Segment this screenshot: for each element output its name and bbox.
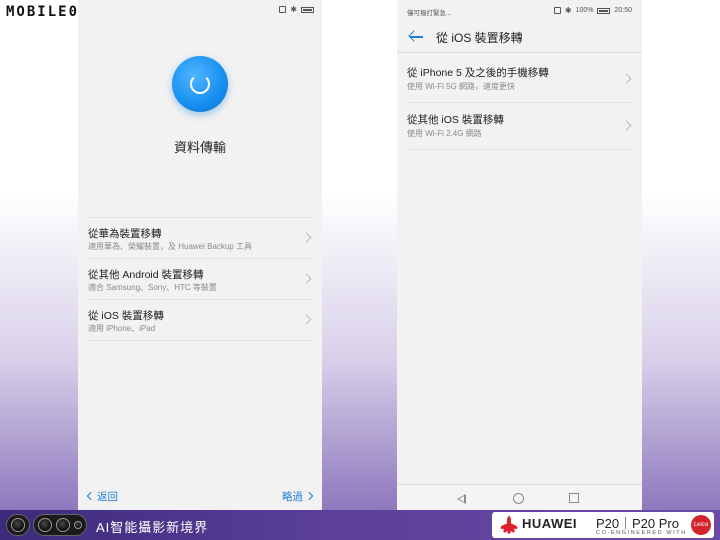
chevron-right-icon bbox=[621, 120, 632, 131]
option-subtitle: 適用華為、榮耀裝置，及 Huawei Backup 工具 bbox=[88, 242, 253, 251]
option-subtitle: 適合 Samsung、Sony、HTC 等裝置 bbox=[88, 283, 217, 292]
battery-percent: 100% bbox=[575, 7, 594, 14]
nav-back-icon[interactable] bbox=[457, 494, 466, 504]
option-subtitle: 使用 Wi-Fi 5G 網路，速度更快 bbox=[407, 82, 515, 91]
ad-banner: AI智能攝影新境界 HUAWEI P20 P20 Pro CO-ENGINEER… bbox=[0, 510, 720, 540]
divider bbox=[625, 517, 626, 529]
phone-clone-icon bbox=[172, 56, 228, 112]
chevron-left-icon bbox=[86, 491, 96, 501]
system-nav-bar bbox=[397, 484, 642, 510]
huawei-logo-icon bbox=[498, 516, 519, 534]
right-status-bar: 僅可撥打緊急... ✱ 100% 20:50 bbox=[397, 0, 642, 20]
camera-lenses-graphic bbox=[6, 514, 87, 536]
model-p20-pro: P20 Pro bbox=[632, 516, 679, 531]
battery-icon bbox=[597, 7, 611, 14]
page-title: 資料傳輸 bbox=[173, 140, 226, 155]
right-phone-screen: 僅可撥打緊急... ✱ 100% 20:50 從 iOS 裝置移轉 從 iPho… bbox=[397, 0, 642, 510]
option-title: 從 iOS 裝置移轉 bbox=[88, 310, 164, 322]
nfc-icon bbox=[279, 6, 287, 13]
model-p20: P20 bbox=[596, 516, 620, 531]
status-time: 20:50 bbox=[614, 7, 632, 14]
option-title: 從 iPhone 5 及之後的手機移轉 bbox=[407, 67, 549, 79]
option-subtitle: 適用 iPhone、iPad bbox=[88, 324, 156, 333]
mobile01-logo: MOBILE01 bbox=[6, 4, 90, 20]
chevron-right-icon bbox=[301, 314, 312, 325]
chevron-right-icon bbox=[301, 232, 312, 243]
option-subtitle: 使用 Wi-Fi 2.4G 網路 bbox=[407, 129, 482, 138]
leica-logo: Leica bbox=[691, 515, 711, 535]
back-arrow-icon[interactable] bbox=[408, 30, 423, 44]
nav-home-icon[interactable] bbox=[513, 493, 524, 504]
camera-icon bbox=[6, 514, 30, 536]
left-phone-screen: ✱ 資料傳輸 從華為裝置移轉 適用華為、榮耀裝置，及 Huawei Backup… bbox=[78, 0, 322, 510]
nfc-icon bbox=[553, 7, 561, 14]
huawei-brand-box: HUAWEI P20 P20 Pro CO-ENGINEERED WITH Le… bbox=[492, 512, 714, 538]
carrier-status: 僅可撥打緊急... bbox=[407, 10, 452, 17]
option-ios-device[interactable]: 從 iOS 裝置移轉 適用 iPhone、iPad bbox=[88, 300, 312, 341]
option-title: 從其他 Android 裝置移轉 bbox=[88, 269, 204, 281]
page-title: 從 iOS 裝置移轉 bbox=[436, 31, 523, 45]
ios-options-list: 從 iPhone 5 及之後的手機移轉 使用 Wi-Fi 5G 網路，速度更快 … bbox=[407, 56, 632, 150]
back-button[interactable]: 返回 bbox=[86, 489, 118, 504]
option-other-ios[interactable]: 從其他 iOS 裝置移轉 使用 Wi-Fi 2.4G 網路 bbox=[407, 103, 632, 150]
chevron-right-icon bbox=[304, 491, 314, 501]
option-huawei-device[interactable]: 從華為裝置移轉 適用華為、榮耀裝置，及 Huawei Backup 工具 bbox=[88, 218, 312, 259]
bluetooth-icon: ✱ bbox=[290, 5, 297, 14]
chevron-right-icon bbox=[301, 273, 312, 284]
left-status-bar: ✱ bbox=[78, 0, 322, 20]
bluetooth-icon: ✱ bbox=[564, 6, 572, 15]
option-android-device[interactable]: 從其他 Android 裝置移轉 適合 Samsung、Sony、HTC 等裝置 bbox=[88, 259, 312, 300]
nav-recents-icon[interactable] bbox=[569, 493, 579, 503]
app-bar: 從 iOS 裝置移轉 bbox=[397, 20, 642, 53]
co-engineered-tagline: CO-ENGINEERED WITH bbox=[596, 530, 687, 536]
dual-camera-icon bbox=[33, 514, 87, 536]
battery-icon bbox=[301, 6, 314, 13]
skip-button[interactable]: 略過 bbox=[282, 489, 314, 504]
chevron-right-icon bbox=[621, 73, 632, 84]
transfer-options-list: 從華為裝置移轉 適用華為、榮耀裝置，及 Huawei Backup 工具 從其他… bbox=[88, 217, 312, 341]
banner-slogan: AI智能攝影新境界 bbox=[96, 520, 209, 535]
option-title: 從華為裝置移轉 bbox=[88, 228, 162, 240]
huawei-wordmark: HUAWEI bbox=[522, 516, 577, 531]
option-iphone5-later[interactable]: 從 iPhone 5 及之後的手機移轉 使用 Wi-Fi 5G 網路，速度更快 bbox=[407, 56, 632, 103]
option-title: 從其他 iOS 裝置移轉 bbox=[407, 114, 504, 126]
